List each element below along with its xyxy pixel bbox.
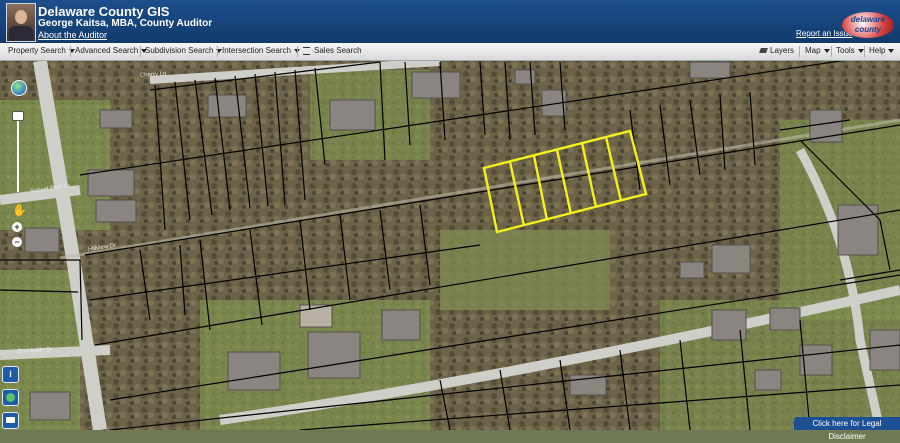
property-search-label: Property Search [8, 46, 66, 55]
zoom-out-button[interactable]: − [12, 237, 22, 247]
sales-search-button[interactable]: Sales Search [303, 46, 362, 55]
tools-menu-label: Tools [836, 46, 855, 55]
map-menu[interactable]: Map [805, 46, 830, 55]
intersection-search-menu[interactable]: Intersection Search [222, 46, 300, 55]
layers-button[interactable]: Layers [759, 46, 795, 55]
sales-list-icon [303, 46, 310, 55]
delaware-county-logo[interactable]: delaware county [842, 12, 894, 38]
toolbar-divider [864, 46, 865, 57]
sales-search-label: Sales Search [314, 46, 362, 55]
info-icon: i [9, 369, 12, 379]
camera-icon [6, 417, 15, 423]
chevron-down-icon [823, 48, 830, 53]
toolbar-divider [70, 46, 71, 57]
toolbar-divider [217, 46, 218, 57]
info-button[interactable]: i [2, 366, 19, 383]
legal-disclaimer-button[interactable]: Click here for Legal Disclaimer [794, 417, 900, 441]
property-search-menu[interactable]: Property Search [8, 46, 75, 55]
globe-icon[interactable] [11, 80, 27, 96]
avatar-face [15, 10, 27, 24]
chevron-down-icon [888, 48, 895, 53]
help-menu[interactable]: Help [869, 46, 895, 55]
toolbar-divider [297, 46, 298, 57]
toolbar-divider [831, 46, 832, 57]
auditor-avatar [6, 3, 36, 42]
main-toolbar: Property Search Advanced Search Subdivis… [0, 43, 900, 61]
map-menu-label: Map [805, 46, 821, 55]
logo-text-top: delaware [850, 15, 886, 24]
toolbar-divider [799, 46, 800, 57]
subdivision-search-label: Subdivision Search [145, 46, 214, 55]
basemap-button[interactable] [2, 389, 19, 406]
zoom-in-button[interactable]: + [12, 222, 22, 232]
avatar-suit [9, 26, 33, 41]
globe-small-icon [6, 393, 15, 402]
app-header: Delaware County GIS George Kaitsa, MBA, … [0, 0, 900, 43]
subdivision-search-menu[interactable]: Subdivision Search [145, 46, 223, 55]
pan-hand-icon[interactable]: ✋ [12, 204, 27, 216]
chevron-down-icon [857, 48, 864, 53]
layers-label: Layers [770, 46, 795, 55]
app-title: Delaware County GIS [38, 4, 170, 19]
logo-text-bottom: county [854, 25, 882, 34]
advanced-search-menu[interactable]: Advanced Search [75, 46, 148, 55]
toolbar-divider [140, 46, 141, 57]
zoom-slider-track[interactable] [17, 112, 19, 192]
layers-icon [759, 48, 768, 54]
about-auditor-link[interactable]: About the Auditor [38, 30, 107, 40]
advanced-search-label: Advanced Search [75, 46, 139, 55]
tools-menu[interactable]: Tools [836, 46, 864, 55]
zoom-slider-thumb[interactable] [12, 111, 24, 121]
print-button[interactable] [2, 412, 19, 429]
help-menu-label: Help [869, 46, 886, 55]
aerial-map[interactable] [0, 61, 900, 430]
auditor-name: George Kaitsa, MBA, County Auditor [38, 18, 213, 29]
intersection-search-label: Intersection Search [222, 46, 291, 55]
